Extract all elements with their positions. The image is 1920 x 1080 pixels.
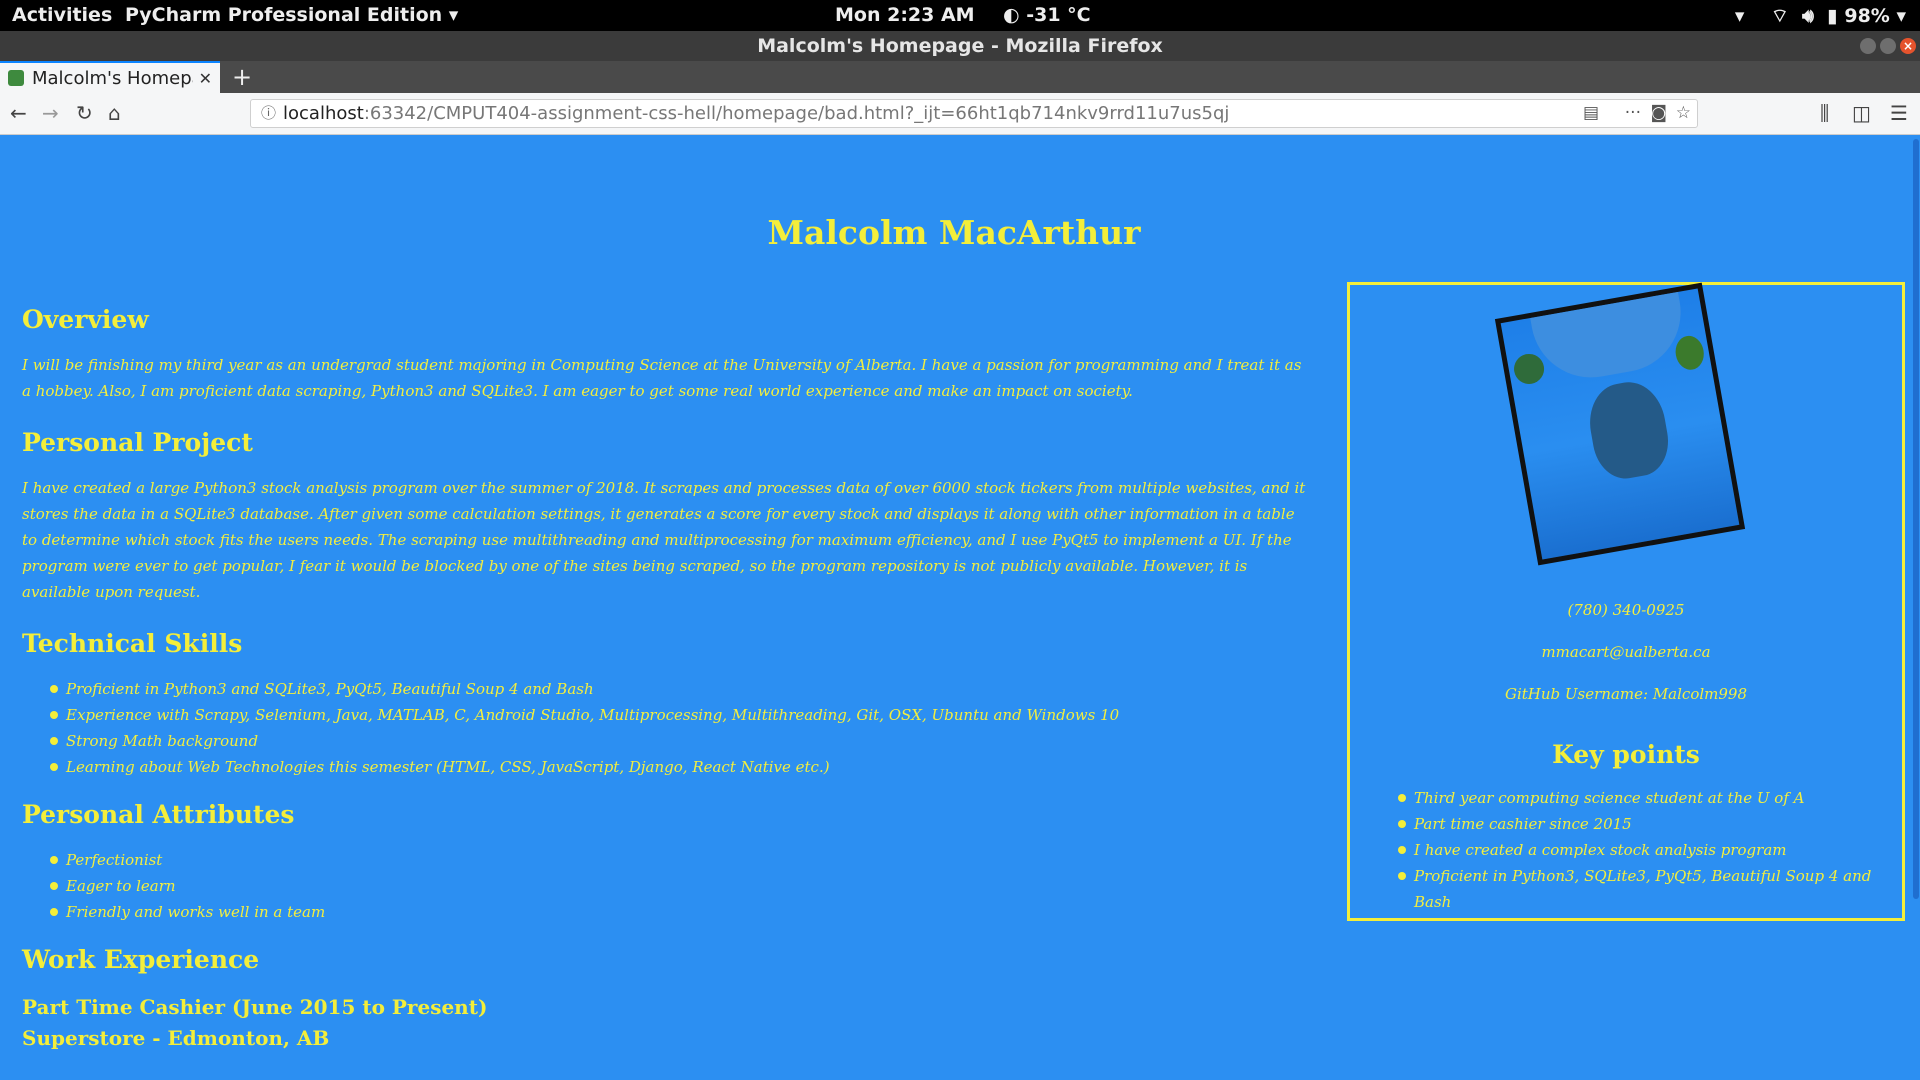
hamburger-menu-icon[interactable]: ☰ — [1890, 101, 1908, 125]
activities-button[interactable]: Activities — [12, 4, 112, 26]
skills-list: Proficient in Python3 and SQLite3, PyQt5… — [50, 676, 1312, 780]
photo-plant — [1672, 333, 1707, 372]
page-title: Malcolm MacArthur — [767, 213, 1141, 252]
weather-temp: -31 °C — [1026, 4, 1091, 26]
chevron-down-icon: ▾ — [1734, 5, 1745, 27]
photo-head — [1583, 376, 1674, 484]
sidebar-toggle-icon[interactable]: ◫ — [1852, 101, 1871, 125]
scrollbar-thumb[interactable] — [1913, 139, 1919, 899]
overview-text: I will be finishing my third year as an … — [22, 356, 1302, 400]
minimize-button[interactable] — [1860, 38, 1876, 54]
photo-plant — [1511, 351, 1547, 387]
back-icon[interactable]: ← — [10, 101, 27, 125]
system-top-bar: Activities PyCharm Professional Edition … — [0, 0, 1920, 31]
project-heading: Personal Project — [22, 428, 253, 457]
photo-shirt — [1530, 291, 1691, 387]
project-text: I have created a large Python3 stock ana… — [22, 479, 1306, 601]
list-item: Part time cashier since 2015 — [1398, 811, 1902, 837]
weather[interactable]: ◐ -31 °C — [1003, 4, 1091, 26]
page-viewport: Malcolm MacArthur Overview I will be fin… — [0, 135, 1920, 1080]
skills-heading: Technical Skills — [22, 629, 243, 658]
list-item: I have created a complex stock analysis … — [1398, 837, 1902, 863]
navigation-bar: ← → ↻ ⌂ ⓘ localhost:63342/CMPUT404-assig… — [0, 93, 1920, 135]
pocket-icon[interactable]: ◙ — [1651, 100, 1668, 127]
wifi-icon: ⌔ — [1770, 5, 1789, 27]
system-tray[interactable]: ▾ ⌔ 🔊︎ ▮ 98% ▾ — [1735, 4, 1906, 28]
tab-homepage[interactable]: Malcolm's Homepage ✕ — [0, 61, 220, 93]
attributes-list: Perfectionist Eager to learn Friendly an… — [50, 847, 1312, 925]
job-title: Part Time Cashier (June 2015 to Present) — [22, 995, 488, 1019]
list-item: Proficient in Python3, SQLite3, PyQt5, B… — [1398, 863, 1902, 915]
app-menu[interactable]: PyCharm Professional Edition ▾ — [125, 4, 458, 26]
maximize-button[interactable] — [1880, 38, 1896, 54]
reload-icon[interactable]: ↻ — [76, 101, 93, 125]
profile-photo — [1494, 282, 1746, 566]
phone-number: (780) 340-0925 — [1567, 601, 1685, 619]
list-item: Perfectionist — [50, 847, 1312, 873]
moon-icon: ◐ — [1003, 4, 1020, 26]
volume-icon: 🔊︎ — [1802, 5, 1815, 27]
window-title: Malcolm's Homepage - Mozilla Firefox — [757, 35, 1163, 57]
close-tab-icon[interactable]: ✕ — [199, 69, 212, 88]
battery-level: 98% — [1844, 5, 1890, 27]
chevron-down-icon: ▾ — [1896, 5, 1906, 27]
email-address: mmacart@ualberta.ca — [1541, 643, 1711, 661]
main-column: Overview I will be finishing my third ye… — [22, 305, 1312, 1054]
list-item: Third year computing science student at … — [1398, 785, 1902, 811]
bookmark-star-icon[interactable]: ☆ — [1676, 100, 1691, 127]
site-info-icon[interactable]: ⓘ — [261, 100, 276, 127]
attributes-heading: Personal Attributes — [22, 800, 295, 829]
library-icon[interactable]: ⫼ — [1820, 101, 1829, 125]
contact-sidebar: (780) 340-0925 mmacart@ualberta.ca GitHu… — [1347, 282, 1905, 921]
forward-icon[interactable]: → — [42, 101, 59, 125]
window-controls: × — [1860, 38, 1916, 54]
list-item: Eager to learn — [50, 873, 1312, 899]
key-points-list: Third year computing science student at … — [1398, 785, 1902, 915]
scrollbar[interactable] — [1910, 135, 1920, 1080]
clock[interactable]: Mon 2:23 AM — [835, 4, 975, 26]
list-item: Experience with Scrapy, Selenium, Java, … — [50, 702, 1312, 728]
overview-heading: Overview — [22, 305, 149, 334]
key-points-heading: Key points — [1552, 740, 1700, 769]
home-icon[interactable]: ⌂ — [108, 101, 121, 125]
url-bar[interactable]: ⓘ localhost:63342/CMPUT404-assignment-cs… — [250, 99, 1698, 128]
url-path: :63342/CMPUT404-assignment-css-hell/home… — [363, 103, 1230, 124]
list-item: Strong Math background — [50, 728, 1312, 754]
close-window-button[interactable]: × — [1900, 38, 1916, 54]
tab-title: Malcolm's Homepage — [32, 67, 193, 89]
list-item: Learning about Web Technologies this sem… — [50, 754, 1312, 780]
battery-icon: ▮ — [1827, 5, 1838, 27]
work-heading: Work Experience — [22, 945, 260, 974]
job-place: Superstore - Edmonton, AB — [22, 1026, 330, 1050]
tab-strip: Malcolm's Homepage ✕ + — [0, 61, 1920, 93]
window-titlebar: Malcolm's Homepage - Mozilla Firefox × — [0, 31, 1920, 61]
url-host: localhost — [283, 103, 364, 124]
reader-view-icon[interactable]: ▤ — [1583, 100, 1599, 127]
list-item: Friendly and works well in a team — [50, 899, 1312, 925]
page-actions-icon[interactable]: ··· — [1625, 100, 1641, 127]
github-username: GitHub Username: Malcolm998 — [1504, 685, 1747, 703]
list-item: Proficient in Python3 and SQLite3, PyQt5… — [50, 676, 1312, 702]
pycharm-favicon-icon — [8, 70, 24, 86]
new-tab-button[interactable]: + — [232, 63, 252, 91]
